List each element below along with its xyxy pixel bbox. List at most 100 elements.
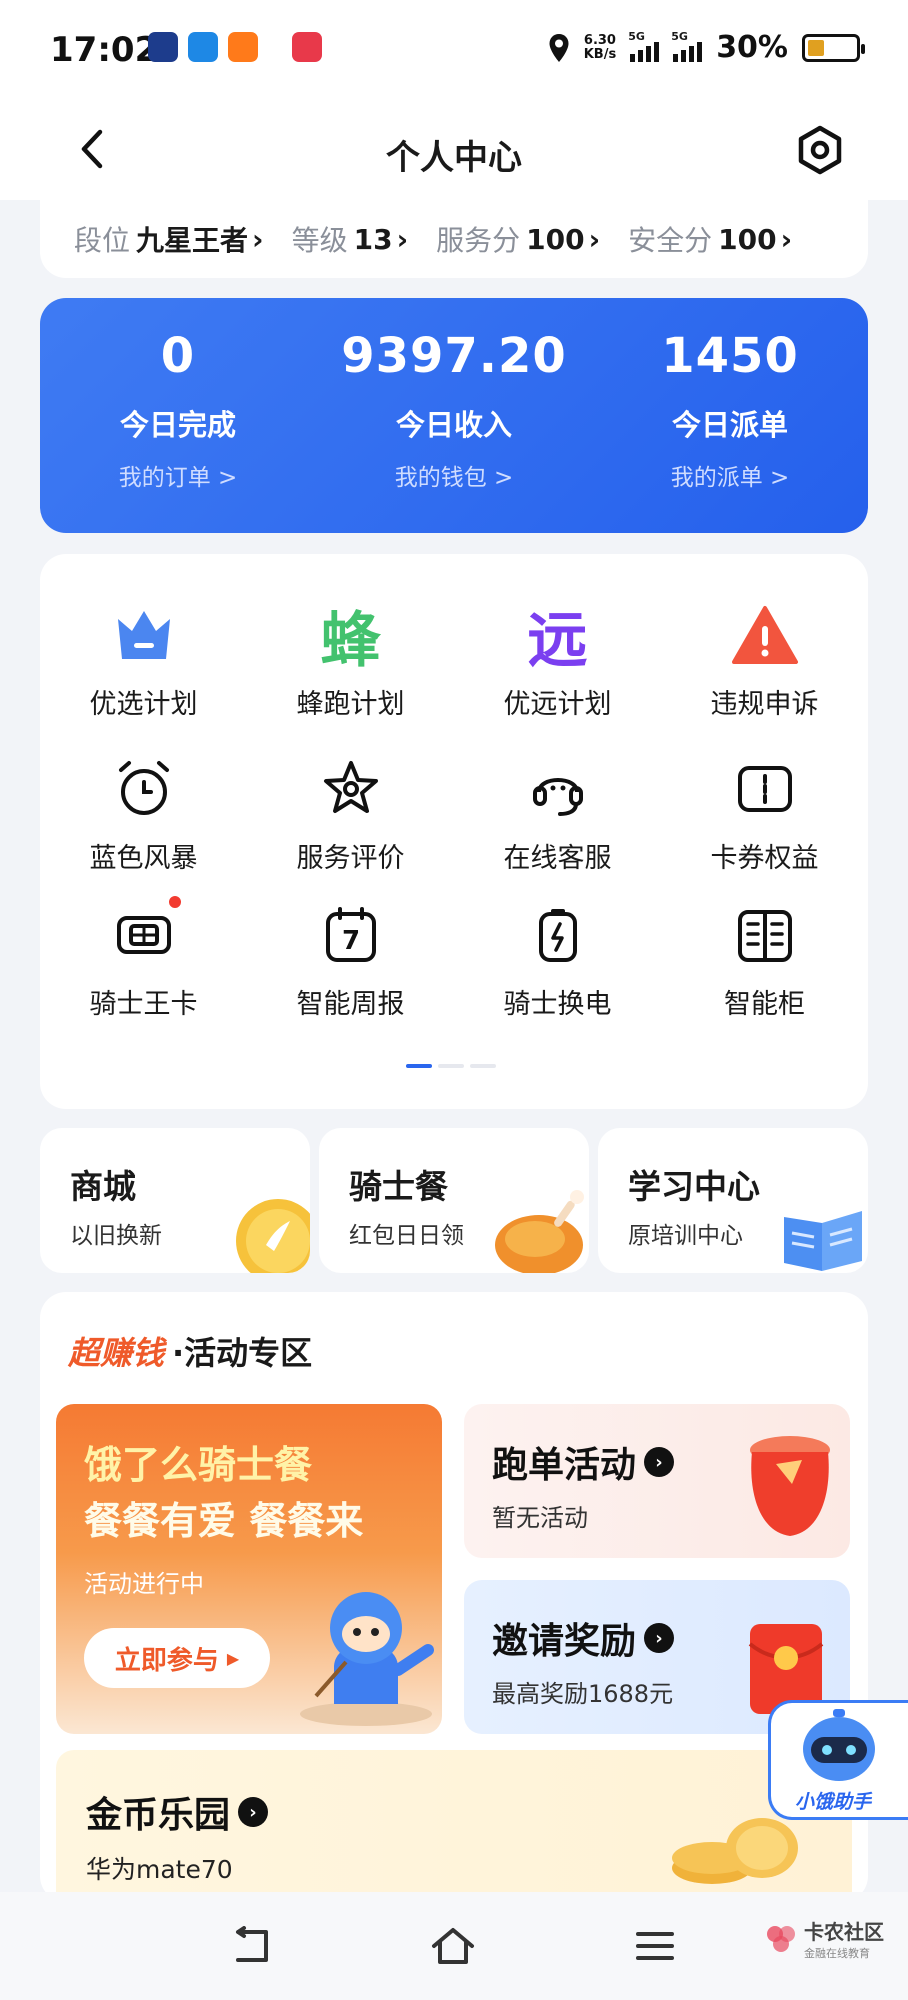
ticket-icon: [730, 754, 800, 824]
service-label: 骑士换电: [503, 989, 612, 1020]
my-orders-link[interactable]: 我的订单 >: [40, 458, 316, 492]
rank-service-score-item[interactable]: 服务分 100 ›: [436, 219, 600, 259]
roast-chicken-icon: [495, 1190, 584, 1273]
rank-label: 安全分: [628, 224, 713, 257]
service-label: 优远计划: [503, 689, 612, 720]
rank-level-item[interactable]: 段位 九星王者 ›: [74, 219, 264, 259]
service-item-battery-swap[interactable]: 骑士换电: [454, 900, 661, 1021]
stat-value: 0: [160, 328, 196, 384]
service-item-violation-appeal[interactable]: 违规申诉: [661, 600, 868, 721]
rank-label: 服务分: [436, 224, 521, 257]
assistant-float-button[interactable]: 小饿助手: [768, 1700, 908, 1820]
coin-park-title-text: 金币乐园: [86, 1795, 231, 1836]
chevron-right-icon: ›: [588, 222, 601, 256]
run-activity-card[interactable]: 跑单活动 › 暂无活动: [464, 1404, 850, 1558]
service-item-premium-plan[interactable]: 优选计划: [40, 600, 247, 721]
nav-menu-icon[interactable]: [632, 1926, 678, 1966]
activity-header: 超赚钱 ·活动专区: [68, 1328, 312, 1374]
join-now-label: 立即参与: [114, 1645, 219, 1676]
my-wallet-link[interactable]: 我的钱包 >: [316, 458, 592, 492]
rank-label: 段位: [74, 224, 131, 257]
net-speed-unit: KB/s: [583, 46, 617, 62]
chevron-right-icon: ›: [780, 222, 793, 256]
promo-subtitle: 原培训中心: [628, 1223, 743, 1249]
service-label: 蓝色风暴: [89, 843, 198, 874]
signal-icon: 5G: [671, 30, 703, 62]
settings-icon[interactable]: [792, 122, 848, 178]
app-notification-icon: [148, 32, 178, 62]
stat-income[interactable]: 9397.20 今日收入 我的钱包 >: [316, 328, 592, 492]
service-grid: 优选计划 蜂 蜂跑计划 远 优远计划 违规申诉 蓝色风暴 服务评价 在线客服 卡…: [40, 554, 868, 1109]
net-speed-value: 6.30: [583, 32, 616, 48]
stat-value: 9397.20: [341, 328, 567, 384]
locker-icon: [730, 900, 800, 970]
my-dispatch-link[interactable]: 我的派单 >: [592, 458, 868, 492]
today-stats-card: 0 今日完成 我的订单 > 9397.20 今日收入 我的钱包 > 1450 今…: [40, 298, 868, 533]
system-nav-bar: 卡农社区 金融在线教育: [0, 1892, 908, 2000]
rank-safety-score-item[interactable]: 安全分 100 ›: [628, 219, 792, 259]
watermark: 卡农社区 金融在线教育: [764, 1916, 884, 1961]
chevron-right-circle-icon: ›: [238, 1797, 269, 1827]
yuan-character-icon: 远: [527, 605, 588, 676]
service-item-fengpao-plan[interactable]: 蜂 蜂跑计划: [247, 600, 454, 721]
nav-home-icon[interactable]: [430, 1926, 476, 1966]
promo-mall[interactable]: 商城 以旧换新: [40, 1128, 310, 1273]
service-label: 在线客服: [503, 843, 612, 874]
coin-park-card[interactable]: 金币乐园 › 华为mate70: [56, 1750, 852, 1902]
service-item-blue-storm[interactable]: 蓝色风暴: [40, 754, 247, 875]
stat-dispatched[interactable]: 1450 今日派单 我的派单 >: [592, 328, 868, 492]
assistant-label: 小饿助手: [795, 1791, 872, 1813]
status-app-icons: [148, 32, 322, 62]
service-item-rider-king-card[interactable]: 骑士王卡: [40, 894, 247, 1021]
status-bar: 17:02 6.30 KB/s 5G 5G 30%: [0, 0, 908, 100]
rank-value: 100: [526, 222, 585, 256]
service-label: 违规申诉: [710, 689, 819, 720]
signal-label: 5G: [671, 29, 688, 43]
service-label: 骑士王卡: [89, 989, 198, 1020]
watermark-title: 卡农社区: [804, 1920, 884, 1944]
chevron-right-circle-icon: ›: [644, 1623, 675, 1653]
promo-rider-meal[interactable]: 骑士餐 红包日日领: [319, 1128, 589, 1273]
card-icon: [109, 894, 183, 970]
service-item-smart-locker[interactable]: 智能柜: [661, 900, 868, 1021]
rank-value: 100: [718, 222, 777, 256]
invite-reward-subtitle: 最高奖励1688元: [492, 1680, 674, 1708]
signal-label: 5G: [628, 29, 645, 43]
service-item-online-support[interactable]: 在线客服: [454, 754, 661, 875]
invite-reward-title-text: 邀请奖励: [492, 1621, 637, 1662]
star-icon: [316, 754, 386, 824]
stat-completed[interactable]: 0 今日完成 我的订单 >: [40, 328, 316, 492]
status-time: 17:02: [50, 30, 159, 70]
activity-brand: 超赚钱: [68, 1334, 165, 1372]
app-notification-icon: [292, 32, 322, 62]
pager-dot: [470, 1064, 496, 1068]
chevron-right-icon: ›: [252, 222, 264, 256]
feng-character-icon: 蜂: [320, 605, 381, 676]
rider-mascot-icon: [300, 1592, 434, 1726]
promo-learning-center[interactable]: 学习中心 原培训中心: [598, 1128, 868, 1273]
app-notification-icon: [228, 32, 258, 62]
service-item-service-rating[interactable]: 服务评价: [247, 754, 454, 875]
activity-title: ·活动专区: [172, 1334, 313, 1372]
service-item-youyuan-plan[interactable]: 远 优远计划: [454, 600, 661, 721]
signal-icon: 5G: [628, 30, 660, 62]
rider-meal-banner[interactable]: 饿了么骑士餐 餐餐有爱 餐餐来 活动进行中 立即参与 ▶: [56, 1404, 442, 1734]
promo-title: 学习中心: [628, 1167, 760, 1206]
service-label: 智能柜: [724, 989, 805, 1020]
join-now-button[interactable]: 立即参与 ▶: [84, 1628, 270, 1688]
nav-back-icon[interactable]: [230, 1926, 276, 1966]
service-label: 服务评价: [296, 843, 405, 874]
rank-grade-item[interactable]: 等级 13 ›: [292, 219, 409, 259]
battery-percent: 30%: [716, 30, 788, 65]
calendar-day-number: 7: [341, 926, 359, 956]
rank-bar: 段位 九星王者 › 等级 13 › 服务分 100 › 安全分 100 ›: [40, 200, 868, 278]
gold-coin-icon: [236, 1199, 310, 1273]
promo-title: 骑士餐: [349, 1167, 448, 1206]
activity-zone: 超赚钱 ·活动专区 饿了么骑士餐 餐餐有爱 餐餐来 活动进行中 立即参与 ▶ 跑…: [40, 1292, 868, 1902]
rank-label: 等级: [291, 224, 348, 257]
coin-park-title: 金币乐园 ›: [86, 1786, 269, 1838]
service-item-coupon-benefits[interactable]: 卡券权益: [661, 754, 868, 875]
service-item-weekly-report[interactable]: 7 智能周报: [247, 900, 454, 1021]
warning-icon: [730, 600, 800, 670]
stat-label: 今日派单: [671, 408, 788, 442]
